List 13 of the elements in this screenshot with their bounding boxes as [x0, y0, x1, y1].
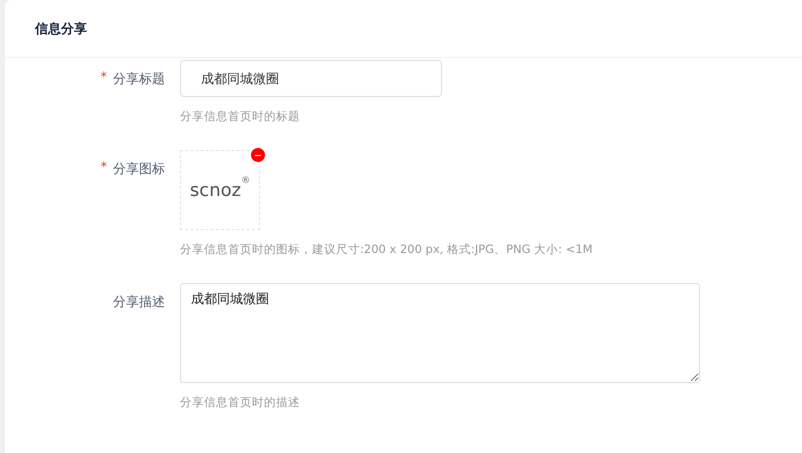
- field-label: 分享标题: [113, 71, 165, 89]
- title-input[interactable]: 成都同城微圈: [180, 60, 442, 97]
- card-title: 信息分享: [35, 20, 87, 38]
- description-textarea[interactable]: 成都同城微圈: [180, 283, 700, 383]
- required-mark: *: [100, 70, 107, 87]
- remove-icon[interactable]: [251, 148, 265, 162]
- logo-text: scnoz®: [190, 178, 250, 202]
- hint-text: 分享信息首页时的描述: [180, 395, 300, 410]
- field-label: 分享图标: [113, 161, 165, 179]
- field-label: 分享描述: [113, 294, 165, 312]
- required-mark: *: [100, 160, 107, 177]
- hint-text: 分享信息首页时的图标，建议尺寸:200 x 200 px, 格式:JPG、PNG 大小: <1M: [180, 242, 593, 257]
- hint-text: 分享信息首页时的标题: [180, 109, 300, 124]
